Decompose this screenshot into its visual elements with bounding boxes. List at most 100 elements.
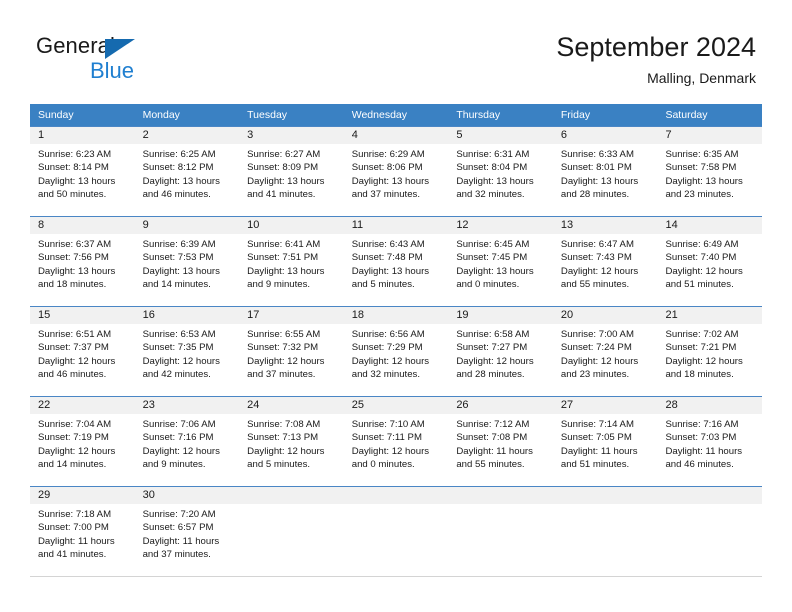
calendar-day-cell[interactable]: 27 Sunrise: 7:14 AM Sunset: 7:05 PM Dayligh…: [552, 397, 658, 486]
calendar-day-cell[interactable]: 22 Sunrise: 7:04 AM Sunset: 7:19 PM Dayligh…: [30, 397, 135, 486]
sunset-text: Sunset: 7:00 PM: [38, 522, 109, 534]
daylight-text-line1: Daylight: 12 hours: [560, 265, 639, 277]
sunrise-text: Sunrise: 6:43 AM: [351, 239, 425, 250]
sunset-text: Sunset: 7:11 PM: [351, 432, 422, 444]
sunrise-text: Sunrise: 7:02 AM: [665, 329, 739, 340]
calendar-day-cell[interactable]: 18 Sunrise: 6:56 AM Sunset: 7:29 PM Dayligh…: [343, 307, 449, 396]
sunrise-text: Sunrise: 7:04 AM: [38, 419, 112, 430]
sunrise-text: Sunrise: 6:31 AM: [456, 149, 530, 160]
sunrise-text: Sunrise: 7:12 AM: [456, 419, 530, 430]
sunset-text: Sunset: 7:58 PM: [665, 162, 737, 174]
day-details: Sunrise: 6:58 AM Sunset: 7:27 PM Daylight:…: [448, 324, 553, 382]
daylight-text-line2: and 55 minutes.: [456, 459, 525, 471]
day-number: 17: [239, 307, 344, 324]
calendar-day-cell[interactable]: 6 Sunrise: 6:33 AM Sunset: 8:01 PM Daylight…: [552, 127, 658, 216]
day-number: 8: [30, 217, 135, 234]
calendar-day-cell[interactable]: 9 Sunrise: 6:39 AM Sunset: 7:53 PM Daylight…: [134, 217, 240, 306]
day-number: [343, 487, 449, 504]
calendar-day-cell[interactable]: 13 Sunrise: 6:47 AM Sunset: 7:43 PM Dayligh…: [552, 217, 658, 306]
weekday-header-saturday: Saturday: [665, 109, 708, 121]
calendar-day-cell[interactable]: 3 Sunrise: 6:27 AM Sunset: 8:09 PM Daylight…: [239, 127, 344, 216]
daylight-text-line1: Daylight: 13 hours: [351, 265, 430, 277]
daylight-text-line2: and 42 minutes.: [142, 369, 211, 381]
calendar-day-cell[interactable]: 23 Sunrise: 7:06 AM Sunset: 7:16 PM Dayligh…: [134, 397, 240, 486]
daylight-text-line1: Daylight: 11 hours: [142, 535, 220, 547]
daylight-text-line1: Daylight: 13 hours: [456, 175, 534, 187]
sunrise-text: Sunrise: 6:37 AM: [38, 239, 112, 250]
day-number: 19: [448, 307, 553, 324]
day-details: Sunrise: 7:18 AM Sunset: 7:00 PM Daylight:…: [30, 504, 135, 562]
calendar-day-cell[interactable]: 30 Sunrise: 7:20 AM Sunset: 6:57 PM Dayligh…: [134, 487, 240, 576]
sunrise-text: Sunrise: 6:47 AM: [560, 239, 634, 250]
daylight-text-line1: Daylight: 12 hours: [351, 355, 430, 367]
daylight-text-line1: Daylight: 13 hours: [560, 175, 639, 187]
daylight-text-line2: and 18 minutes.: [665, 369, 734, 381]
day-number: 3: [239, 127, 344, 144]
sunset-text: Sunset: 8:06 PM: [351, 162, 423, 174]
day-details: Sunrise: 6:39 AM Sunset: 7:53 PM Daylight:…: [135, 234, 240, 292]
daylight-text-line2: and 51 minutes.: [560, 459, 630, 471]
calendar-day-cell[interactable]: 16 Sunrise: 6:53 AM Sunset: 7:35 PM Dayligh…: [134, 307, 240, 396]
calendar-day-cell[interactable]: 25 Sunrise: 7:10 AM Sunset: 7:11 PM Dayligh…: [343, 397, 449, 486]
sunrise-text: Sunrise: 6:33 AM: [560, 149, 634, 160]
calendar-day-cell[interactable]: 21 Sunrise: 7:02 AM Sunset: 7:21 PM Dayligh…: [657, 307, 763, 396]
daylight-text-line2: and 46 minutes.: [38, 369, 107, 381]
calendar-day-cell[interactable]: 7 Sunrise: 6:35 AM Sunset: 7:58 PM Daylight…: [657, 127, 763, 216]
calendar-day-cell[interactable]: 29 Sunrise: 7:18 AM Sunset: 7:00 PM Dayligh…: [30, 487, 135, 576]
daylight-text-line2: and 32 minutes.: [351, 369, 421, 381]
calendar-day-cell[interactable]: 26 Sunrise: 7:12 AM Sunset: 7:08 PM Dayligh…: [448, 397, 553, 486]
calendar-day-cell[interactable]: 14 Sunrise: 6:49 AM Sunset: 7:40 PM Dayligh…: [657, 217, 763, 306]
calendar-day-cell[interactable]: 17 Sunrise: 6:55 AM Sunset: 7:32 PM Dayligh…: [239, 307, 344, 396]
sunset-text: Sunset: 7:53 PM: [142, 252, 214, 264]
calendar-day-cell[interactable]: 12 Sunrise: 6:45 AM Sunset: 7:45 PM Dayligh…: [448, 217, 553, 306]
calendar-day-cell-empty: [657, 487, 763, 576]
calendar-day-cell[interactable]: 5 Sunrise: 6:31 AM Sunset: 8:04 PM Daylight…: [448, 127, 553, 216]
calendar-day-cell[interactable]: 4 Sunrise: 6:29 AM Sunset: 8:06 PM Daylight…: [343, 127, 449, 216]
sunrise-text: Sunrise: 6:55 AM: [247, 329, 321, 340]
day-details: Sunrise: 6:49 AM Sunset: 7:40 PM Daylight:…: [657, 234, 762, 292]
calendar-day-cell[interactable]: 2 Sunrise: 6:25 AM Sunset: 8:12 PM Daylight…: [134, 127, 240, 216]
calendar-day-cell[interactable]: 15 Sunrise: 6:51 AM Sunset: 7:37 PM Dayligh…: [30, 307, 135, 396]
daylight-text-line2: and 41 minutes.: [38, 549, 107, 561]
sunset-text: Sunset: 7:48 PM: [351, 252, 423, 264]
daylight-text-line2: and 28 minutes.: [560, 189, 630, 201]
day-number: 11: [343, 217, 449, 234]
sunset-text: Sunset: 7:08 PM: [456, 432, 528, 444]
calendar-day-cell[interactable]: 10 Sunrise: 6:41 AM Sunset: 7:51 PM Dayligh…: [239, 217, 344, 306]
sunset-text: Sunset: 7:27 PM: [456, 342, 528, 354]
day-number: [657, 487, 763, 504]
sunrise-text: Sunrise: 6:51 AM: [38, 329, 112, 340]
calendar-day-cell[interactable]: 20 Sunrise: 7:00 AM Sunset: 7:24 PM Dayligh…: [552, 307, 658, 396]
day-number: 28: [657, 397, 763, 414]
daylight-text-line1: Daylight: 12 hours: [665, 355, 743, 367]
daylight-text-line2: and 50 minutes.: [38, 189, 107, 201]
sunrise-text: Sunrise: 6:29 AM: [351, 149, 425, 160]
calendar-day-cell[interactable]: 24 Sunrise: 7:08 AM Sunset: 7:13 PM Dayligh…: [239, 397, 344, 486]
daylight-text-line1: Daylight: 11 hours: [38, 535, 115, 547]
calendar-day-cell[interactable]: 8 Sunrise: 6:37 AM Sunset: 7:56 PM Daylight…: [30, 217, 135, 306]
day-number: 7: [657, 127, 763, 144]
day-number: 10: [239, 217, 344, 234]
daylight-text-line1: Daylight: 13 hours: [351, 175, 430, 187]
day-number: 14: [657, 217, 763, 234]
brand-logo[interactable]: General Blue: [36, 33, 256, 89]
calendar-day-cell[interactable]: 28 Sunrise: 7:16 AM Sunset: 7:03 PM Dayligh…: [657, 397, 763, 486]
sunset-text: Sunset: 7:24 PM: [560, 342, 632, 354]
daylight-text-line2: and 55 minutes.: [560, 279, 630, 291]
day-details: Sunrise: 7:14 AM Sunset: 7:05 PM Daylight:…: [553, 414, 658, 472]
sunset-text: Sunset: 7:40 PM: [665, 252, 737, 264]
calendar-day-cell[interactable]: 19 Sunrise: 6:58 AM Sunset: 7:27 PM Dayligh…: [448, 307, 553, 396]
sunset-text: Sunset: 7:43 PM: [560, 252, 632, 264]
day-details: Sunrise: 7:16 AM Sunset: 7:03 PM Daylight:…: [657, 414, 762, 472]
day-number: 20: [552, 307, 658, 324]
day-number: [448, 487, 553, 504]
calendar-week-row: 15 Sunrise: 6:51 AM Sunset: 7:37 PM Dayligh…: [30, 306, 763, 396]
calendar-day-cell[interactable]: 11 Sunrise: 6:43 AM Sunset: 7:48 PM Dayligh…: [343, 217, 449, 306]
day-details: Sunrise: 6:43 AM Sunset: 7:48 PM Daylight:…: [344, 234, 449, 292]
calendar-day-cell[interactable]: 1 Sunrise: 6:23 AM Sunset: 8:14 PM Daylight…: [30, 127, 135, 216]
weekday-header-thursday: Thursday: [456, 109, 501, 121]
weekday-header-sunday: Sunday: [38, 109, 74, 121]
daylight-text-line1: Daylight: 12 hours: [665, 265, 743, 277]
daylight-text-line1: Daylight: 12 hours: [38, 355, 116, 367]
daylight-text-line2: and 28 minutes.: [456, 369, 525, 381]
